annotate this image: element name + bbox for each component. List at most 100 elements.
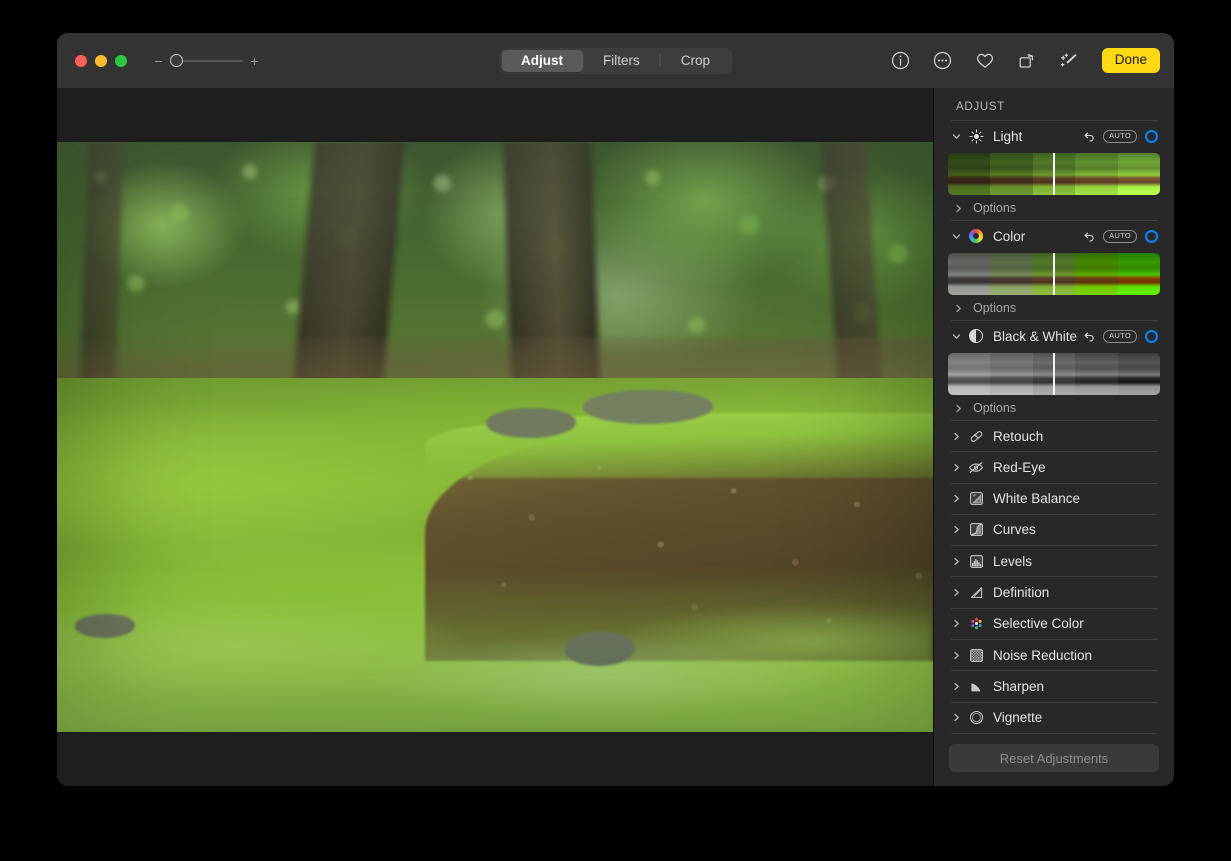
maximize-window-button[interactable] [115,54,127,67]
sidebar-item-sharpen[interactable]: Sharpen [948,671,1160,701]
zoom-slider-handle[interactable] [170,54,183,67]
svg-text:B: B [977,500,979,504]
chevron-right-icon[interactable] [950,204,967,213]
filmstrip-light[interactable] [948,152,1160,195]
chevron-right-icon[interactable] [948,463,965,472]
tab-filters[interactable]: Filters [583,50,660,72]
minimize-window-button[interactable] [95,54,107,67]
section-controls-color: AUTO [1082,229,1158,243]
tab-crop[interactable]: Crop [661,50,730,72]
sidebar-item-red-eye[interactable]: Red-Eye [948,452,1160,482]
sidebar-item-label: Retouch [993,428,1044,444]
options-toggle-light[interactable]: Options [948,197,1160,220]
sidebar-item-curves[interactable]: Curves [948,515,1160,545]
revert-icon[interactable] [1082,130,1095,143]
photo-image[interactable] [57,142,933,732]
zoom-in-icon[interactable]: + [250,54,259,68]
favorite-heart-icon[interactable] [974,50,996,72]
section-label-black-and-white: Black & White [993,328,1078,344]
eye-slash-icon [965,460,987,475]
auto-button-color[interactable]: AUTO [1103,229,1137,243]
filmstrip-frame[interactable] [1117,352,1160,395]
filmstrip-frame[interactable] [990,152,1033,195]
sidebar-item-vignette[interactable]: Vignette [948,703,1160,733]
chevron-down-icon[interactable] [948,132,965,141]
more-options-icon[interactable] [932,50,954,72]
section-header-light[interactable]: Light AUTO [948,121,1160,152]
chevron-right-icon[interactable] [948,588,965,597]
sidebar-item-levels[interactable]: Levels [948,546,1160,576]
chevron-right-icon[interactable] [950,404,967,413]
sidebar-item-label: Noise Reduction [993,647,1093,663]
levels-histogram-icon [965,554,987,569]
filmstrip-color[interactable] [948,252,1160,295]
zoom-out-icon[interactable]: − [154,54,163,68]
section-toggle-light[interactable] [1145,129,1158,143]
sidebar-item-label: Levels [993,553,1033,569]
reset-section: Reset Adjustments [948,734,1160,786]
auto-enhance-wand-icon[interactable] [1058,50,1080,72]
filmstrip-black-and-white[interactable] [948,352,1160,395]
auto-button-black-and-white[interactable]: AUTO [1103,329,1137,343]
sidebar-item-label: Sharpen [993,679,1045,695]
sidebar-item-definition[interactable]: Definition [948,577,1160,607]
options-toggle-color[interactable]: Options [948,297,1160,320]
filmstrip-playhead-black-and-white[interactable] [1053,352,1055,395]
chevron-right-icon[interactable] [948,525,965,534]
chevron-right-icon[interactable] [948,651,965,660]
chevron-right-icon[interactable] [948,619,965,628]
filmstrip-frame[interactable] [948,152,991,195]
photo-canvas[interactable] [57,88,933,786]
chevron-right-icon[interactable] [948,557,965,566]
filmstrip-frame[interactable] [1075,352,1118,395]
zoom-slider[interactable] [170,54,243,68]
photo-haze-layer [57,142,933,732]
chevron-down-icon[interactable] [948,332,965,341]
section-header-color[interactable]: Color AUTO [948,221,1160,252]
options-label: Options [973,401,1017,416]
auto-button-light[interactable]: AUTO [1103,129,1137,143]
chevron-right-icon[interactable] [948,494,965,503]
revert-icon[interactable] [1082,330,1095,343]
rotate-icon[interactable] [1016,50,1038,72]
filmstrip-playhead-light[interactable] [1053,152,1055,195]
sidebar-item-white-balance[interactable]: W B White Balance [948,484,1160,514]
sidebar-item-selective-color[interactable]: Selective Color [948,609,1160,639]
chevron-right-icon[interactable] [948,682,965,691]
traffic-light-buttons [75,54,127,67]
chevron-right-icon[interactable] [948,713,965,722]
section-toggle-color[interactable] [1145,229,1158,243]
curves-icon [965,522,987,537]
noise-grain-icon [965,648,987,663]
filmstrip-frame[interactable] [1075,252,1118,295]
reset-adjustments-button[interactable]: Reset Adjustments [949,744,1159,772]
section-header-black-and-white[interactable]: Black & White AUTO [948,321,1160,352]
options-label: Options [973,201,1017,216]
section-label-color: Color [993,228,1026,244]
tab-adjust[interactable]: Adjust [500,49,583,72]
done-button[interactable]: Done [1101,47,1160,74]
filmstrip-frame[interactable] [1117,252,1160,295]
chevron-right-icon[interactable] [950,304,967,313]
filmstrip-frame[interactable] [1117,152,1160,195]
chevron-down-icon[interactable] [948,232,965,241]
filmstrip-playhead-color[interactable] [1053,252,1055,295]
filmstrip-frame[interactable] [948,352,991,395]
filmstrip-frame[interactable] [990,252,1033,295]
filmstrip-frame[interactable] [948,252,991,295]
sidebar-item-noise-reduction[interactable]: Noise Reduction [948,640,1160,670]
sidebar-item-label: Red-Eye [993,459,1046,475]
zoom-control: − + [154,54,259,68]
toolbar-actions: Done [890,47,1160,74]
window-toolbar: − + Adjust Filters Crop Done [57,33,1174,88]
options-toggle-black-and-white[interactable]: Options [948,397,1160,420]
edit-mode-segmented-control: Adjust Filters Crop [498,47,733,74]
filmstrip-frame[interactable] [1075,152,1118,195]
revert-icon[interactable] [1082,230,1095,243]
close-window-button[interactable] [75,54,87,67]
filmstrip-frame[interactable] [990,352,1033,395]
section-toggle-black-and-white[interactable] [1145,329,1158,343]
sidebar-item-retouch[interactable]: Retouch [948,421,1160,451]
chevron-right-icon[interactable] [948,432,965,441]
info-icon[interactable] [890,50,912,72]
